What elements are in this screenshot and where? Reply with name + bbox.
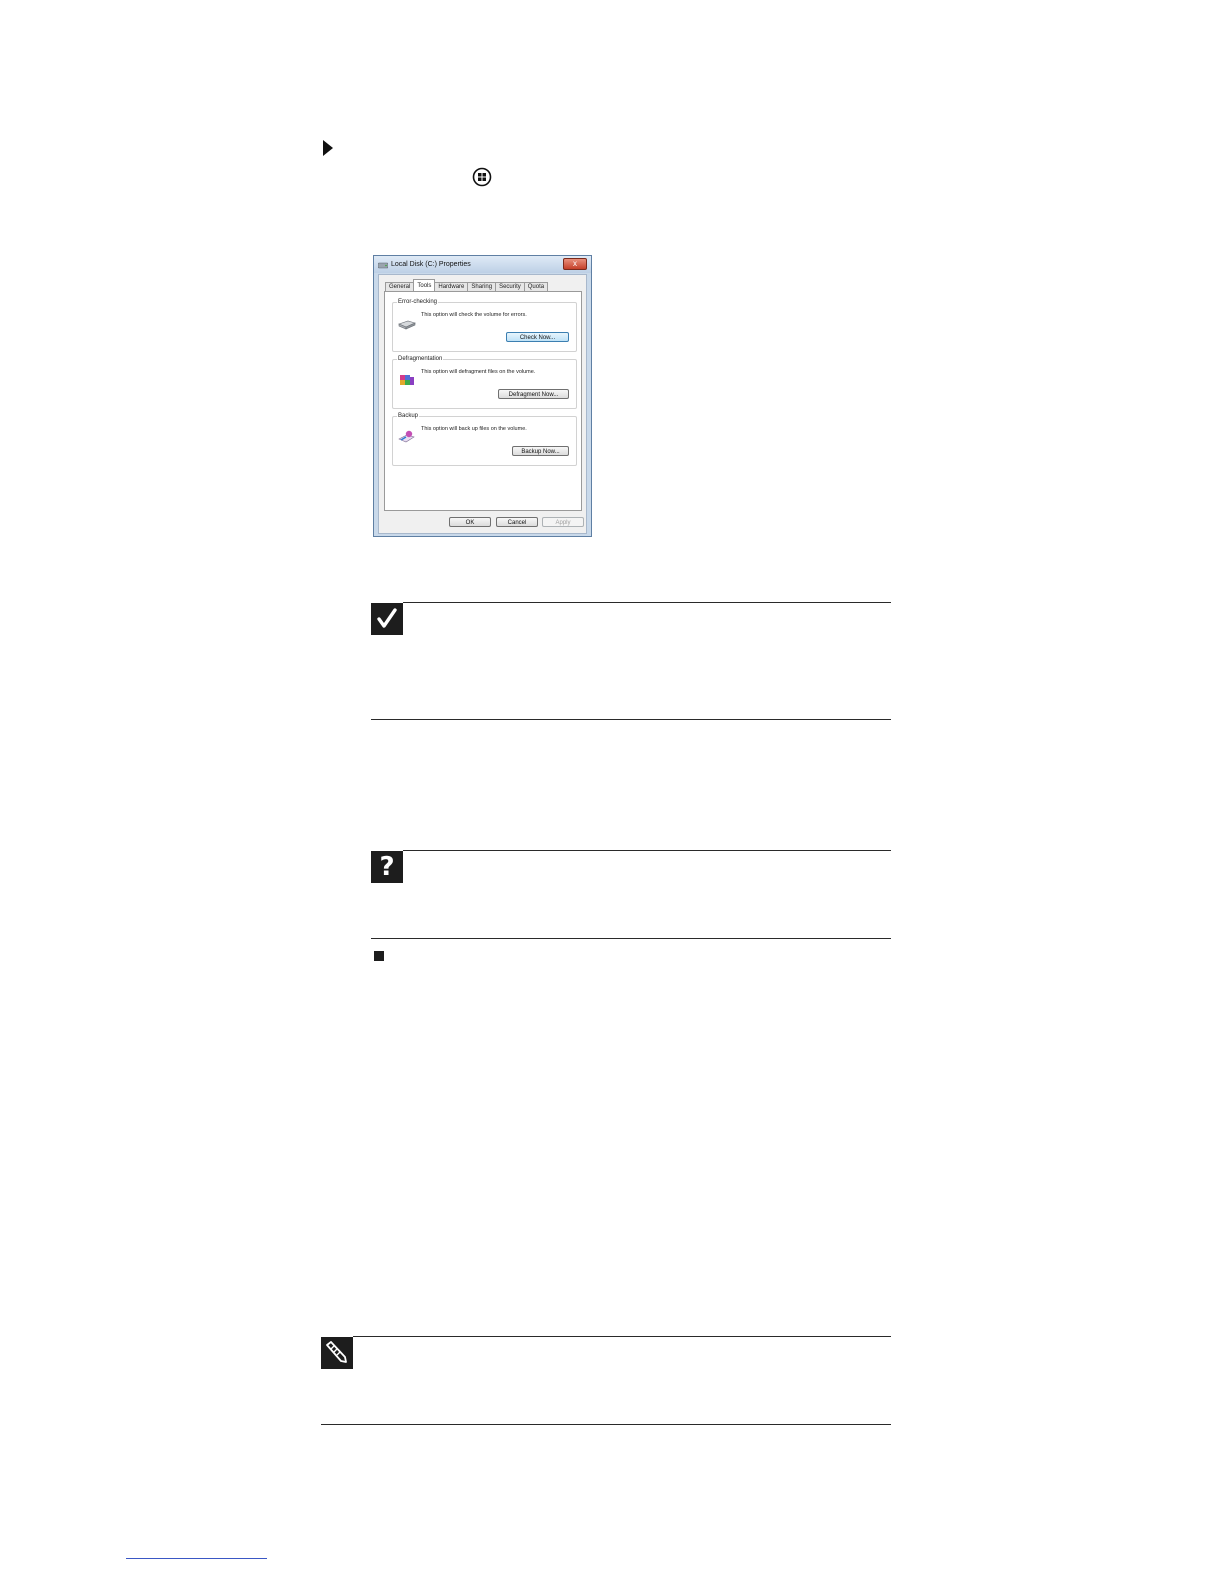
error-checking-title: Error-checking: [397, 298, 439, 306]
tab-strip: General Tools Hardware Sharing Security …: [385, 279, 549, 292]
end-of-procedure-icon: [374, 951, 384, 961]
backup-group: Backup This option will back up files on…: [392, 412, 577, 466]
defragment-icon: [400, 375, 414, 385]
tip-bottom-rule: [321, 1424, 891, 1425]
help-bottom-rule: [371, 938, 891, 939]
backup-now-button[interactable]: Backup Now...: [512, 446, 569, 456]
dialog-title: Local Disk (C:) Properties: [391, 261, 471, 268]
important-top-rule: [403, 602, 891, 603]
important-bottom-rule: [371, 719, 891, 720]
defragmentation-group: Defragmentation This option will defragm…: [392, 355, 577, 409]
tip-top-rule: [353, 1336, 891, 1337]
procedure-arrow-icon: [323, 140, 333, 156]
backup-icon: [398, 430, 415, 443]
defragmentation-text: This option will defragment files on the…: [421, 369, 536, 375]
error-checking-text: This option will check the volume for er…: [421, 312, 527, 318]
hard-drive-icon: [398, 320, 416, 330]
backup-text: This option will back up files on the vo…: [421, 426, 527, 432]
error-checking-group: Error-checking This option will check th…: [392, 298, 577, 352]
defragment-now-button[interactable]: Defragment Now...: [498, 389, 569, 399]
close-button[interactable]: x: [563, 258, 587, 270]
drive-icon: [378, 262, 388, 269]
check-now-button[interactable]: Check Now...: [506, 332, 569, 342]
cancel-button[interactable]: Cancel: [496, 517, 538, 527]
tip-pencil-icon: [321, 1337, 353, 1369]
footer-link-underline[interactable]: [126, 1558, 267, 1559]
dialog-title-bar: Local Disk (C:) Properties x: [374, 256, 591, 273]
backup-title: Backup: [397, 412, 420, 420]
important-checkmark-icon: [371, 603, 403, 635]
windows-start-icon: [472, 167, 492, 187]
help-top-rule: [403, 850, 891, 851]
tools-panel: Error-checking This option will check th…: [384, 291, 582, 511]
apply-button[interactable]: Apply: [542, 517, 584, 527]
ok-button[interactable]: OK: [449, 517, 491, 527]
help-question-icon: ?: [371, 851, 403, 883]
defragmentation-title: Defragmentation: [397, 355, 444, 363]
dialog-body: General Tools Hardware Sharing Security …: [378, 274, 587, 534]
local-disk-properties-dialog: Local Disk (C:) Properties x General Too…: [373, 255, 592, 537]
